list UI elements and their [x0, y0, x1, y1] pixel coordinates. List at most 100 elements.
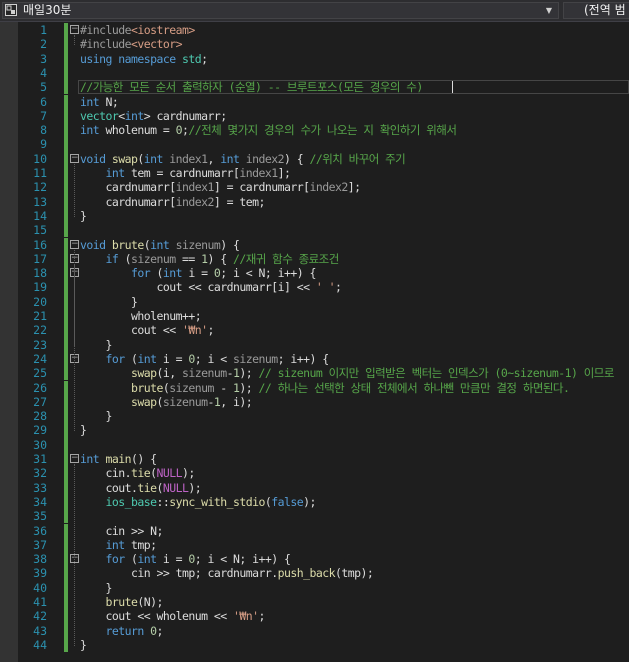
- collapse-toggle-icon[interactable]: −: [70, 25, 79, 34]
- scope-dropdown[interactable]: (전역 범: [563, 2, 629, 19]
- code-text[interactable]: void swap(int index1, int index2) { //위치…: [80, 152, 406, 166]
- code-text[interactable]: cout.tie(NULL);: [80, 481, 201, 495]
- code-line[interactable]: 32 cin.tie(NULL);: [0, 466, 629, 481]
- code-line[interactable]: 4: [0, 65, 629, 81]
- code-text[interactable]: int wholenum = 0;//전체 몇가지 경우의 수가 나오는 지 확…: [80, 123, 457, 137]
- code-line[interactable]: 21 wholenum++;: [0, 309, 629, 324]
- code-text[interactable]: cin >> N;: [80, 524, 163, 538]
- code-line[interactable]: 8 int wholenum = 0;//전체 몇가지 경우의 수가 나오는 지 …: [0, 123, 629, 138]
- code-text[interactable]: for (int i = 0; i < N; i++) {: [80, 266, 316, 280]
- code-line[interactable]: 44}: [0, 637, 629, 653]
- code-line[interactable]: 23 }: [0, 337, 629, 352]
- code-text[interactable]: int tem = cardnumarr[index1];: [80, 166, 291, 180]
- code-line[interactable]: 41 brute(N);: [0, 595, 629, 610]
- code-line[interactable]: 9: [0, 137, 629, 152]
- line-number: 38: [33, 552, 47, 567]
- code-line[interactable]: 3 using namespace std;: [0, 51, 629, 66]
- code-text[interactable]: for (int i = 0; i < sizenum; i++) {: [80, 352, 330, 366]
- code-text[interactable]: }: [80, 409, 112, 423]
- code-line[interactable]: 1 − #include<iostream>: [0, 23, 629, 38]
- code-text[interactable]: using namespace std;: [80, 52, 208, 66]
- code-line[interactable]: 40 }: [0, 580, 629, 595]
- code-line[interactable]: 11 int tem = cardnumarr[index1];: [0, 166, 629, 181]
- code-text[interactable]: wholenum++;: [80, 309, 202, 323]
- code-text[interactable]: #include<vector>: [80, 37, 183, 51]
- code-line[interactable]: 6 int N;: [0, 94, 629, 109]
- code-line[interactable]: 14}: [0, 208, 629, 224]
- code-editor[interactable]: 1− #include<iostream> 2 #include<vector> 3 us…: [0, 22, 629, 662]
- code-line[interactable]: 15: [0, 223, 629, 238]
- code-text[interactable]: cin.tie(NULL);: [80, 466, 195, 480]
- code-text[interactable]: }: [80, 423, 87, 437]
- code-line[interactable]: 42 cout << wholenum << '₩n';: [0, 609, 629, 624]
- navigation-bar: 매일30분 ▼ (전역 범: [0, 0, 629, 22]
- code-line[interactable]: 26 brute(sizenum - 1); // 하나는 선택한 상태 전체에…: [0, 380, 629, 395]
- code-line[interactable]: 31 − int main() {: [0, 452, 629, 467]
- code-text[interactable]: ios_base::sync_with_stdio(false);: [80, 495, 317, 509]
- code-line[interactable]: 34 ios_base::sync_with_stdio(false);: [0, 494, 629, 510]
- code-text[interactable]: }: [80, 209, 87, 223]
- code-line[interactable]: 27 swap(sizenum-1, i);: [0, 394, 629, 410]
- code-line[interactable]: 24− for (int i = 0; i < sizenum; i++) {: [0, 351, 629, 367]
- code-text[interactable]: return 0;: [80, 624, 164, 638]
- code-text[interactable]: cout << cardnumarr[i] << ' ';: [80, 280, 341, 294]
- line-number: 3: [40, 51, 47, 66]
- code-line[interactable]: 38− for (int i = 0; i < N; i++) {: [0, 552, 629, 567]
- code-text[interactable]: }: [80, 581, 112, 595]
- code-line[interactable]: 19 cout << cardnumarr[i] << ' ';: [0, 280, 629, 295]
- code-text[interactable]: }: [80, 638, 87, 652]
- code-text[interactable]: cardnumarr[index2] = tem;: [80, 195, 265, 209]
- code-line[interactable]: 2 #include<vector>: [0, 37, 629, 52]
- code-line[interactable]: 33 cout.tie(NULL);: [0, 480, 629, 495]
- code-line[interactable]: 5 //가능한 모든 순서 출력하자 (순열) -- 브루트포스(모든 경우의 수…: [0, 80, 629, 95]
- code-text[interactable]: cardnumarr[index1] = cardnumarr[index2];: [80, 180, 361, 194]
- code-text[interactable]: }: [80, 338, 112, 352]
- scope-label: (전역 범: [584, 3, 626, 17]
- code-line[interactable]: 43 return 0;: [0, 623, 629, 638]
- change-indicator: [64, 280, 68, 295]
- code-text[interactable]: int N;: [80, 95, 119, 109]
- code-line[interactable]: 16 − void brute(int sizenum) {: [0, 237, 629, 252]
- code-text[interactable]: for (int i = 0; i < N; i++) {: [80, 552, 291, 566]
- code-text[interactable]: swap(sizenum-1, i);: [80, 395, 253, 409]
- code-text[interactable]: }: [80, 295, 138, 309]
- collapse-toggle-icon[interactable]: −: [70, 153, 79, 163]
- collapse-toggle-icon[interactable]: −: [70, 239, 79, 249]
- code-line[interactable]: 36 cin >> N;: [0, 523, 629, 538]
- code-text[interactable]: int main() {: [80, 452, 157, 466]
- code-text[interactable]: cin >> tmp; cardnumarr.push_back(tmp);: [80, 566, 374, 580]
- code-line[interactable]: 28 }: [0, 409, 629, 424]
- line-number: 25: [33, 366, 47, 381]
- code-line[interactable]: 20 }: [0, 294, 629, 309]
- code-line[interactable]: 35: [0, 509, 629, 524]
- code-line[interactable]: 10 − void swap(int index1, int index2) { /…: [0, 151, 629, 166]
- code-text[interactable]: if (sizenum == 1) { //재귀 함수 종료조건: [80, 252, 340, 266]
- code-text[interactable]: #include<iostream>: [80, 23, 195, 37]
- code-text[interactable]: //가능한 모든 순서 출력하자 (순열) -- 브루트포스(모든 경우의 수): [80, 80, 423, 94]
- code-line[interactable]: 25 swap(i, sizenum-1); // sizenum 이지만 입력…: [0, 366, 629, 381]
- code-text[interactable]: brute(sizenum - 1); // 하나는 선택한 상태 전체에서 하…: [80, 381, 570, 395]
- code-line[interactable]: 17− if (sizenum == 1) { //재귀 함수 종료조건: [0, 251, 629, 267]
- code-line[interactable]: 18− for (int i = 0; i < N; i++) {: [0, 266, 629, 281]
- code-line[interactable]: 37 int tmp;: [0, 537, 629, 553]
- chevron-down-icon[interactable]: ▼: [543, 3, 555, 18]
- code-text[interactable]: vector<int> cardnumarr;: [80, 109, 227, 123]
- code-line[interactable]: 22 cout << '₩n';: [0, 323, 629, 338]
- code-line[interactable]: 12 cardnumarr[index1] = cardnumarr[index…: [0, 180, 629, 195]
- collapse-toggle-icon[interactable]: −: [70, 454, 79, 463]
- code-line[interactable]: 29}: [0, 423, 629, 438]
- line-number: 17: [33, 251, 47, 266]
- line-number: 22: [33, 323, 47, 338]
- code-line[interactable]: 13 cardnumarr[index2] = tem;: [0, 194, 629, 209]
- code-text[interactable]: brute(N);: [80, 595, 164, 609]
- code-text[interactable]: int tmp;: [80, 538, 158, 552]
- code-text[interactable]: swap(i, sizenum-1); // sizenum 이지만 입력받은 …: [80, 366, 614, 380]
- code-line[interactable]: 30: [0, 437, 629, 452]
- code-line[interactable]: 7 vector<int> cardnumarr;: [0, 108, 629, 124]
- code-text[interactable]: cout << '₩n';: [80, 323, 214, 337]
- code-text[interactable]: void brute(int sizenum) {: [80, 238, 240, 252]
- project-dropdown[interactable]: 매일30분 ▼: [2, 2, 559, 19]
- code-text[interactable]: cout << wholenum << '₩n';: [80, 609, 265, 623]
- code-line[interactable]: 39 cin >> tmp; cardnumarr.push_back(tmp)…: [0, 566, 629, 581]
- line-number: 24: [33, 351, 47, 366]
